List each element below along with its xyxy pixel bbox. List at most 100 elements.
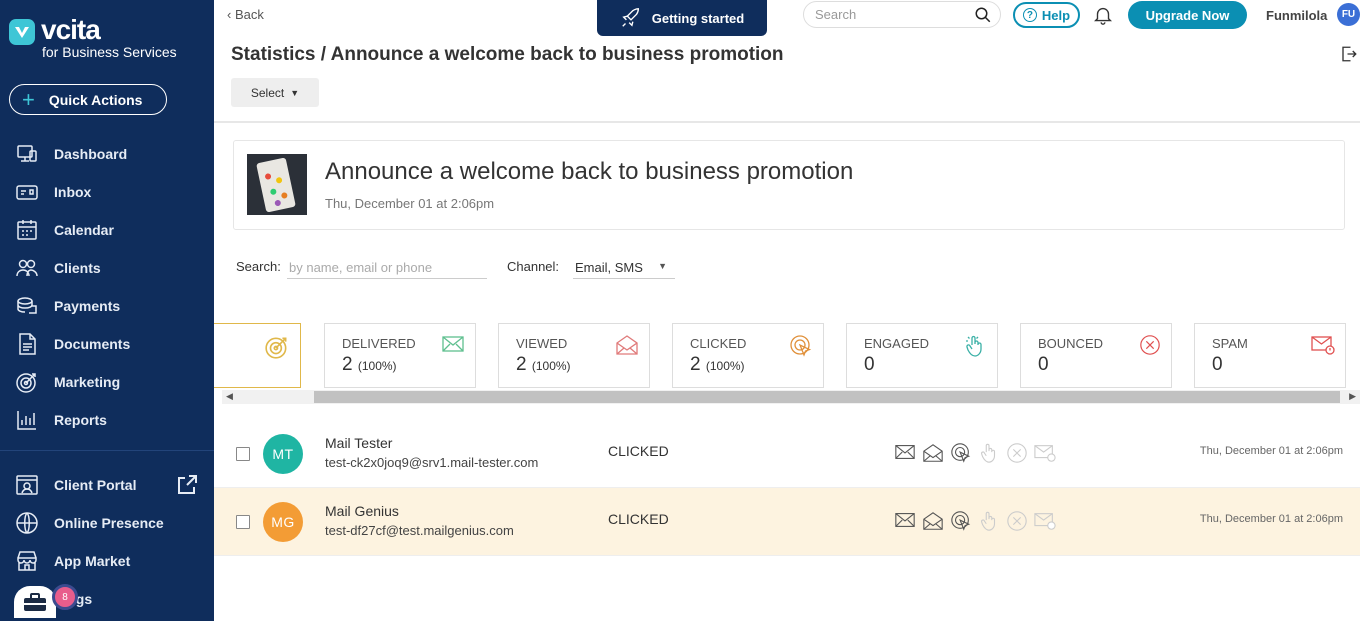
toolbox-icon xyxy=(24,593,46,611)
exit-icon[interactable] xyxy=(1340,45,1358,63)
spam-envelope-icon xyxy=(1034,513,1056,530)
user-avatar[interactable]: FU xyxy=(1337,3,1360,26)
stat-card-clicked[interactable]: CLICKED 2 (100%) xyxy=(672,323,824,388)
channel-select[interactable]: Email, SMS ▼ xyxy=(573,256,675,279)
campaign-title: Announce a welcome back to business prom… xyxy=(325,158,854,185)
toolbox-button[interactable] xyxy=(14,586,56,618)
stat-label: BOUNCED xyxy=(1038,336,1104,351)
sidebar-item-calendar[interactable]: Calendar xyxy=(0,211,214,249)
channel-value: Email, SMS xyxy=(575,259,643,275)
scroll-left-arrow[interactable]: ◀ xyxy=(226,391,233,402)
globe-icon xyxy=(16,512,38,534)
vcita-logo-icon xyxy=(9,19,35,45)
sidebar-item-label: Marketing xyxy=(54,374,121,390)
sidebar-item-label: Documents xyxy=(54,336,131,352)
inbox-icon xyxy=(16,185,38,200)
open-envelope-icon xyxy=(616,335,638,355)
sidebar-item-label: Reports xyxy=(54,412,107,428)
back-label: Back xyxy=(234,7,264,22)
sidebar-item-payments[interactable]: Payments xyxy=(0,287,214,325)
stat-label: CLICKED xyxy=(690,336,747,351)
sidebar-item-client-portal[interactable]: Client Portal xyxy=(0,466,214,504)
stat-card-viewed[interactable]: VIEWED 2 (100%) xyxy=(498,323,650,388)
global-search-input[interactable]: Search xyxy=(803,1,1001,28)
upgrade-now-button[interactable]: Upgrade Now xyxy=(1128,1,1247,29)
sidebar-item-reports[interactable]: Reports xyxy=(0,401,214,439)
select-dropdown[interactable]: Select ▼ xyxy=(231,78,319,107)
row-checkbox[interactable] xyxy=(236,515,250,529)
stat-label: VIEWED xyxy=(516,336,568,351)
external-link-icon[interactable] xyxy=(175,473,199,497)
stat-count: 0 xyxy=(864,354,875,375)
click-icon xyxy=(951,443,971,463)
back-link[interactable]: ‹ Back xyxy=(227,7,264,22)
stat-percent: (100%) xyxy=(705,359,745,373)
select-label: Select xyxy=(250,85,285,100)
sidebar-item-online-presence[interactable]: Online Presence xyxy=(0,504,214,542)
row-divider xyxy=(214,555,1360,556)
horizontal-scrollbar[interactable]: ◀ ▶ xyxy=(222,390,1360,404)
question-icon: ? xyxy=(1022,8,1037,22)
payments-icon xyxy=(17,297,37,314)
stat-value: 2 (100%) xyxy=(516,354,571,376)
stat-card-bounced[interactable]: BOUNCED 0 xyxy=(1020,323,1172,388)
plus-icon: + xyxy=(22,86,35,112)
dashboard-icon xyxy=(17,145,37,162)
channel-filter-label: Channel: xyxy=(507,259,560,274)
stat-label: ENGAGED xyxy=(864,336,930,351)
user-name[interactable]: Funmilola xyxy=(1266,8,1327,23)
vcita-logo[interactable]: vcita for Business Services xyxy=(9,14,177,60)
search-filter-placeholder: by name, email or phone xyxy=(289,259,433,275)
sidebar-item-inbox[interactable]: Inbox xyxy=(0,173,214,211)
x-circle-icon xyxy=(1007,443,1027,463)
sidebar-item-label: Inbox xyxy=(54,184,92,200)
recipient-name: Mail Genius xyxy=(325,503,399,519)
sidebar-item-dashboard[interactable]: Dashboard xyxy=(0,135,214,173)
scroll-right-arrow[interactable]: ▶ xyxy=(1349,391,1356,402)
recipient-avatar: MG xyxy=(263,502,303,542)
search-filter-label: Search: xyxy=(236,259,281,274)
recipient-search-input[interactable]: by name, email or phone xyxy=(287,256,487,279)
recipient-row[interactable]: MT Mail Tester test-ck2x0joq9@srv1.mail-… xyxy=(214,420,1360,487)
envelope-icon xyxy=(895,445,915,459)
recipient-date: Thu, December 01 at 2:06pm xyxy=(1199,513,1343,525)
sidebar-item-documents[interactable]: Documents xyxy=(0,325,214,363)
sidebar-item-marketing[interactable]: Marketing xyxy=(0,363,214,401)
page-title: Statistics / Announce a welcome back to … xyxy=(231,44,784,65)
top-bar: ‹ Back Getting started Search ? Help Upg… xyxy=(214,0,1360,36)
stat-card-delivered[interactable]: DELIVERED 2 (100%) xyxy=(324,323,476,388)
sidebar-item-app-market[interactable]: App Market xyxy=(0,542,214,580)
client-portal-icon xyxy=(16,475,38,495)
stat-value: 2 (100%) xyxy=(690,354,745,376)
spam-envelope-icon xyxy=(1034,445,1056,462)
caret-down-icon: ▼ xyxy=(658,261,667,271)
quick-actions-button[interactable]: + Quick Actions xyxy=(9,84,167,115)
hand-pointer-icon xyxy=(981,511,996,531)
stat-card-spam[interactable]: SPAM 0 xyxy=(1194,323,1346,388)
stat-percent: (100%) xyxy=(357,359,397,373)
spam-envelope-icon xyxy=(1311,336,1335,355)
sidebar-item-clients[interactable]: Clients xyxy=(0,249,214,287)
help-button[interactable]: ? Help xyxy=(1013,2,1080,28)
sidebar-divider xyxy=(0,450,214,451)
search-placeholder: Search xyxy=(815,7,857,22)
search-icon[interactable] xyxy=(974,6,992,24)
getting-started-button[interactable]: Getting started xyxy=(597,0,767,36)
brand-name: vcita xyxy=(41,14,101,45)
store-icon xyxy=(17,551,37,571)
click-icon xyxy=(790,335,812,357)
header-divider xyxy=(214,121,1360,123)
stat-card-engaged[interactable]: ENGAGED 0 xyxy=(846,323,998,388)
main-nav: Dashboard Inbox Calendar Clients Payment… xyxy=(0,135,214,439)
recipient-row[interactable]: MG Mail Genius test-df27cf@test.mailgeni… xyxy=(214,488,1360,555)
caret-down-icon: ▼ xyxy=(290,87,300,98)
quick-actions-label: Quick Actions xyxy=(48,91,143,108)
row-checkbox[interactable] xyxy=(236,447,250,461)
scrollbar-thumb[interactable] xyxy=(314,391,1340,403)
stat-card-total[interactable] xyxy=(214,323,301,388)
bell-icon[interactable] xyxy=(1092,4,1114,26)
recipient-date: Thu, December 01 at 2:06pm xyxy=(1199,445,1343,457)
sidebar-item-label: Online Presence xyxy=(54,515,164,531)
campaign-thumbnail xyxy=(247,154,307,215)
open-envelope-icon xyxy=(923,512,943,530)
